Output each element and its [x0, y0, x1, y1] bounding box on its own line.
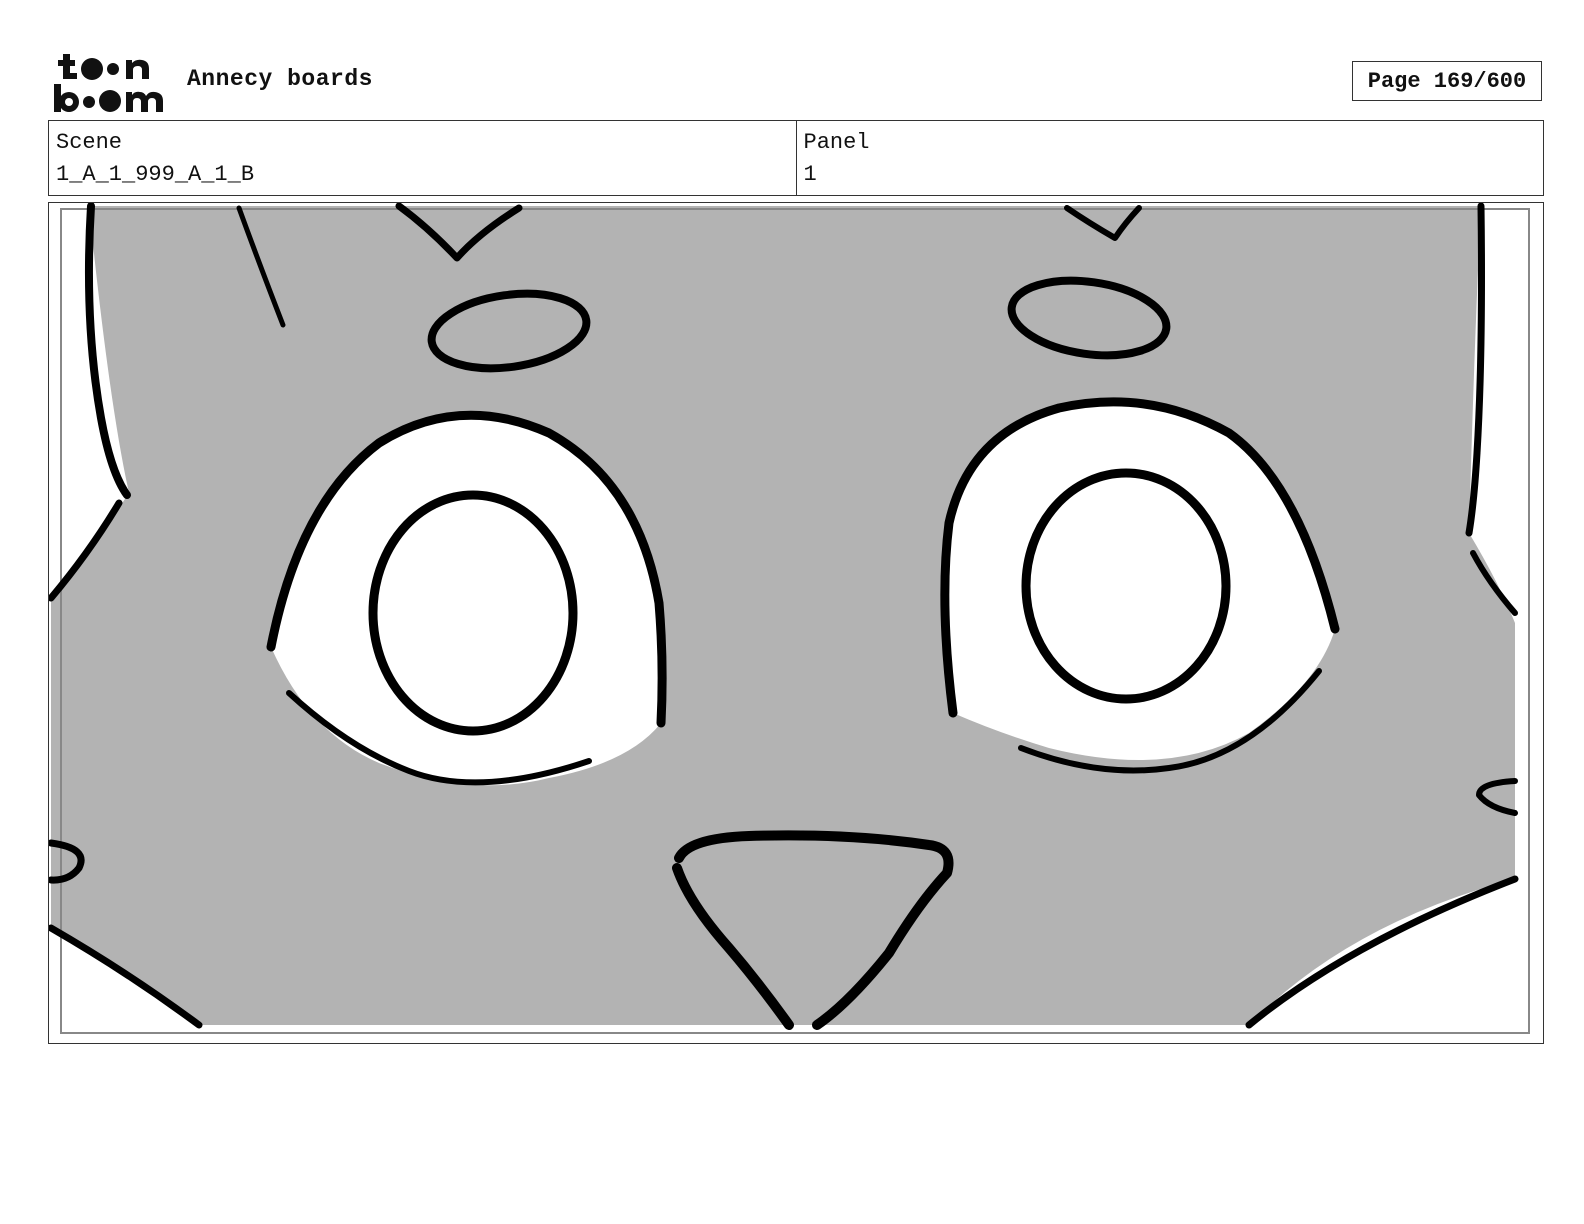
scene-cell: Scene 1_A_1_999_A_1_B	[49, 121, 796, 195]
toon-boom-logo-icon	[54, 54, 163, 112]
toon-boom-logo	[50, 48, 170, 116]
panel-label: Panel	[803, 130, 870, 155]
panel-cell: Panel 1	[795, 121, 1544, 195]
panel-frame	[48, 202, 1544, 1044]
cat-face-drawing	[49, 203, 1542, 1042]
page-indicator: Page 169/600	[1352, 61, 1542, 101]
page-label: Page 169/600	[1367, 68, 1527, 94]
info-table: Scene 1_A_1_999_A_1_B Panel 1	[48, 120, 1544, 196]
panel-value: 1	[803, 162, 817, 187]
scene-value: 1_A_1_999_A_1_B	[56, 162, 255, 187]
scene-label: Scene	[56, 130, 123, 155]
project-title: Annecy boards	[187, 66, 373, 92]
